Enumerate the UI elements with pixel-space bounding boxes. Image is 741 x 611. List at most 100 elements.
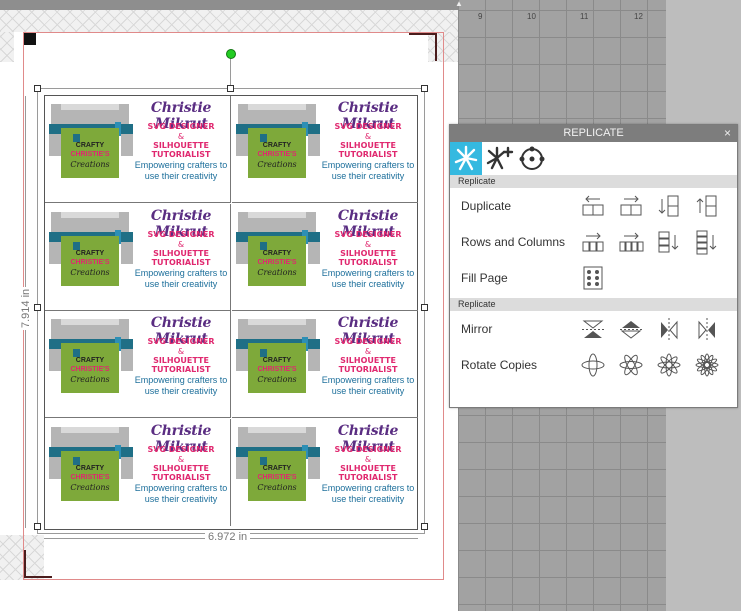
rotate-two-icon[interactable] <box>580 352 606 378</box>
duplicate-label: Duplicate <box>461 199 512 213</box>
rows-columns-label: Rows and Columns <box>461 235 566 249</box>
logo-text: Creations <box>70 375 110 384</box>
logo-text: Creations <box>257 160 297 169</box>
panel-tabs <box>450 142 737 175</box>
crafty-christie-logo: CRAFTY CHRISTIE'S Creations <box>49 319 133 404</box>
card-title: SILHOUETTE TUTORIALIST <box>338 141 398 159</box>
card-title: SILHOUETTE TUTORIALIST <box>151 356 211 374</box>
business-card-sheet[interactable]: CRAFTY CHRISTIE'S Creations Christie Mik… <box>44 95 418 530</box>
fill-page-row: Fill Page <box>450 260 737 296</box>
duplicate-left-icon[interactable] <box>580 193 606 219</box>
logo-text: Creations <box>70 267 110 277</box>
logo-text: CHRISTIE'S <box>257 473 297 481</box>
card-ampersand: & <box>177 347 185 356</box>
tagline-line: Empowering crafters to <box>134 375 228 385</box>
tagline-line: use their creativity <box>144 386 218 396</box>
logo-text: CHRISTIE'S <box>70 151 110 158</box>
business-card[interactable]: CRAFTY CHRISTIE'S Creations Christie Mik… <box>45 96 231 203</box>
logo-text: Creations <box>70 160 110 169</box>
tagline-line: Empowering crafters to <box>321 160 415 170</box>
card-ampersand: & <box>364 454 372 464</box>
resize-handle[interactable] <box>34 304 41 311</box>
rotate-four-icon[interactable] <box>618 352 644 378</box>
card-title: SILHOUETTE TUTORIALIST <box>151 141 211 159</box>
crafty-christie-logo: CRAFTY CHRISTIE'S Creations <box>236 104 320 189</box>
top-ruler: 9 10 11 12 <box>458 10 666 24</box>
registration-mark-icon <box>409 33 437 61</box>
card-ampersand: & <box>177 239 185 249</box>
page-margin-left <box>0 32 14 62</box>
three-columns-icon[interactable] <box>580 229 606 255</box>
close-icon[interactable]: × <box>724 125 731 142</box>
business-card[interactable]: CRAFTY CHRISTIE'S Creations Christie Mik… <box>232 96 418 203</box>
three-rows-icon[interactable] <box>656 229 682 255</box>
business-card[interactable]: CRAFTY CHRISTIE'S Creations Christie Mik… <box>232 419 418 526</box>
resize-handle[interactable] <box>34 523 41 530</box>
resize-handle[interactable] <box>421 523 428 530</box>
duplicate-right-icon[interactable] <box>618 193 644 219</box>
logo-text: CRAFTY <box>262 357 292 364</box>
page-canvas[interactable]: 6.972 in 7.914 in CRAFTY CHRISTIE'S Crea… <box>0 10 458 611</box>
resize-handle[interactable] <box>421 304 428 311</box>
four-columns-icon[interactable] <box>618 229 644 255</box>
replicate-tab[interactable] <box>450 142 482 175</box>
four-rows-icon[interactable] <box>694 229 720 255</box>
mirror-label: Mirror <box>461 322 493 336</box>
tagline-line: Empowering crafters to <box>134 482 228 493</box>
card-ampersand: & <box>364 347 372 356</box>
card-tagline: Empowering crafters to use their creativi… <box>314 268 422 290</box>
resize-handle[interactable] <box>227 85 234 92</box>
resize-handle[interactable] <box>421 85 428 92</box>
logo-text: CRAFTY <box>75 357 105 364</box>
rotate-six-icon[interactable] <box>656 352 682 378</box>
replicate-special-tab[interactable] <box>483 142 515 175</box>
rows-columns-row: Rows and Columns <box>450 224 737 260</box>
replicate-icon <box>454 145 478 171</box>
card-ampersand: & <box>177 132 185 141</box>
mirror-above-icon[interactable] <box>618 316 644 342</box>
card-tagline: Empowering crafters to use their creativi… <box>127 375 235 397</box>
mirror-below-icon[interactable] <box>580 316 606 342</box>
business-card[interactable]: CRAFTY CHRISTIE'S Creations Christie Mik… <box>232 204 418 311</box>
crafty-christie-logo: CRAFTY CHRISTIE'S Creations <box>236 211 320 297</box>
crafty-christie-logo: CRAFTY CHRISTIE'S Creations <box>49 104 133 189</box>
card-title: SILHOUETTE TUTORIALIST <box>338 248 398 267</box>
radial-icon <box>519 146 545 170</box>
crafty-christie-logo: CRAFTY CHRISTIE'S Creations <box>236 426 320 512</box>
business-card[interactable]: CRAFTY CHRISTIE'S Creations Christie Mik… <box>45 311 231 418</box>
tagline-line: use their creativity <box>331 171 405 181</box>
card-tagline: Empowering crafters to use their creativi… <box>314 160 422 182</box>
rotate-eight-icon[interactable] <box>694 352 720 378</box>
tagline-line: Empowering crafters to <box>134 267 228 278</box>
rotate-handle[interactable] <box>226 49 236 59</box>
rotate-copies-row: Rotate Copies <box>450 347 737 383</box>
logo-text: CHRISTIE'S <box>257 258 297 266</box>
business-card[interactable]: CRAFTY CHRISTIE'S Creations Christie Mik… <box>232 311 418 418</box>
tagline-line: use their creativity <box>331 386 405 396</box>
tagline-line: use their creativity <box>144 493 218 504</box>
duplicate-above-icon[interactable] <box>694 193 720 219</box>
rotate-copies-label: Rotate Copies <box>461 358 538 372</box>
logo-text: CHRISTIE'S <box>257 151 297 158</box>
fill-page-icon[interactable] <box>580 265 606 291</box>
panel-title-bar[interactable]: REPLICATE × <box>450 125 737 142</box>
card-tagline: Empowering crafters to use their creativi… <box>127 483 235 505</box>
tagline-line: use their creativity <box>144 171 218 181</box>
mirror-right-icon[interactable] <box>694 316 720 342</box>
registration-mark-icon <box>24 550 52 578</box>
replicate-panel[interactable]: REPLICATE × Replicate Duplicate Rows and… <box>449 124 738 408</box>
duplicate-below-icon[interactable] <box>656 193 682 219</box>
ruler-tick: 12 <box>634 12 643 21</box>
scroll-up-icon[interactable]: ▲ <box>455 0 467 8</box>
business-card[interactable]: CRAFTY CHRISTIE'S Creations Christie Mik… <box>45 418 231 526</box>
logo-text: CRAFTY <box>75 249 105 257</box>
radial-tab[interactable] <box>516 142 548 175</box>
business-card[interactable]: CRAFTY CHRISTIE'S Creations Christie Mik… <box>45 203 231 311</box>
resize-handle[interactable] <box>34 85 41 92</box>
ruler-tick: 11 <box>580 12 589 21</box>
mirror-left-icon[interactable] <box>656 316 682 342</box>
logo-text: CHRISTIE'S <box>257 366 297 373</box>
ruler-tick: 9 <box>478 12 483 21</box>
registration-mark-icon <box>24 33 36 45</box>
width-label: 6.972 in <box>205 531 251 543</box>
